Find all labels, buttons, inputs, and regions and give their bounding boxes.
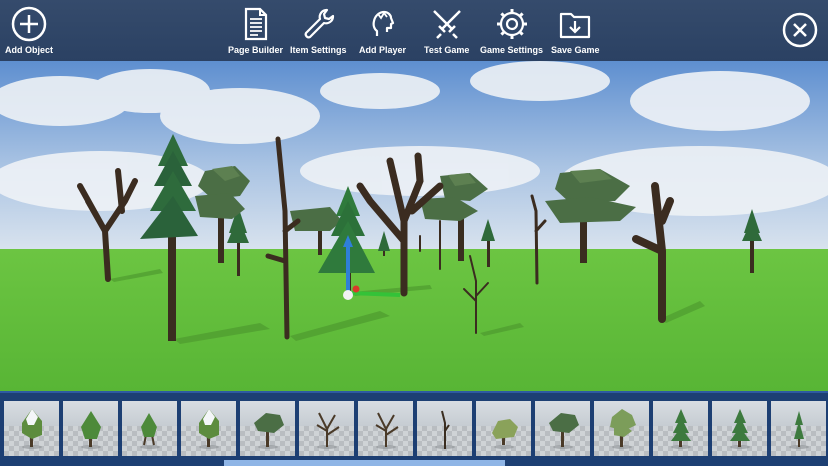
asset-thumbnail[interactable] — [299, 401, 354, 456]
thin-dead-tree-icon — [435, 410, 455, 449]
snowy-bush-tree-icon — [22, 409, 42, 449]
dead-tree-icon — [375, 412, 399, 449]
low-bush-icon — [492, 419, 518, 449]
asset-thumbnail[interactable] — [4, 401, 59, 456]
gizmo-x-axis[interactable] — [347, 291, 401, 297]
asset-thumbnail[interactable] — [122, 401, 177, 456]
ground-plane — [0, 249, 828, 391]
asset-thumbnail[interactable] — [181, 401, 236, 456]
gizmo-center[interactable] — [343, 290, 353, 300]
wrench-icon — [304, 8, 335, 39]
plus-circle-icon — [11, 6, 47, 42]
page-builder-label: Page Builder — [228, 45, 284, 55]
save-game-label: Save Game — [551, 45, 600, 55]
game-settings-button[interactable]: Game Settings — [480, 6, 543, 55]
folder-download-icon — [560, 12, 591, 39]
item-settings-label: Item Settings — [290, 45, 347, 55]
asset-thumbnail-list — [4, 401, 826, 456]
dead-tree-icon — [316, 412, 340, 449]
add-object-label: Add Object — [5, 45, 54, 55]
asset-thumbnail[interactable] — [771, 401, 826, 456]
asset-thumbnail[interactable] — [63, 401, 118, 456]
scene-view[interactable] — [0, 61, 828, 391]
item-settings-button[interactable]: Item Settings — [290, 6, 347, 55]
cone-bush-tree-icon — [81, 411, 101, 449]
broadleaf-tree-icon — [254, 413, 284, 449]
snowy-bush-tree-icon — [199, 409, 219, 449]
tray-scrollbar-thumb[interactable] — [223, 460, 506, 466]
thin-pine-tree-icon — [789, 411, 809, 449]
asset-thumbnail[interactable] — [653, 401, 708, 456]
gear-icon — [496, 9, 527, 39]
pine-tree-icon — [671, 409, 691, 449]
game-settings-label: Game Settings — [480, 45, 544, 55]
small-cone-bush-icon — [140, 413, 160, 449]
asset-thumbnail[interactable] — [535, 401, 590, 456]
asset-thumbnail[interactable] — [594, 401, 649, 456]
asset-thumbnail[interactable] — [712, 401, 767, 456]
document-icon — [244, 7, 267, 41]
asset-thumbnail[interactable] — [476, 401, 531, 456]
top-toolbar: Add Object Page Builder Item Settings Ad… — [0, 0, 828, 61]
asset-thumbnail[interactable] — [417, 401, 472, 456]
broadleaf-tree-icon — [549, 413, 579, 449]
save-game-button[interactable]: Save Game — [551, 6, 600, 55]
close-circle-icon — [782, 12, 818, 48]
game-viewport[interactable] — [0, 61, 828, 391]
test-game-label: Test Game — [424, 45, 470, 55]
add-player-button[interactable]: Add Player — [359, 6, 406, 55]
close-button[interactable] — [782, 12, 818, 53]
asset-tray — [0, 391, 828, 466]
asset-thumbnail[interactable] — [358, 401, 413, 456]
crossed-swords-icon — [432, 10, 461, 39]
tall-broadleaf-tree-icon — [610, 409, 636, 449]
add-object-button[interactable]: Add Object — [5, 6, 53, 55]
test-game-button[interactable]: Test Game — [424, 6, 469, 55]
page-builder-button[interactable]: Page Builder — [228, 6, 283, 55]
gizmo-y-axis[interactable] — [352, 285, 360, 293]
asset-thumbnail[interactable] — [240, 401, 295, 456]
tray-scrollbar-track[interactable] — [0, 460, 828, 466]
add-player-label: Add Player — [359, 45, 407, 55]
player-head-icon — [372, 10, 394, 36]
pine-tree-icon — [730, 409, 750, 449]
